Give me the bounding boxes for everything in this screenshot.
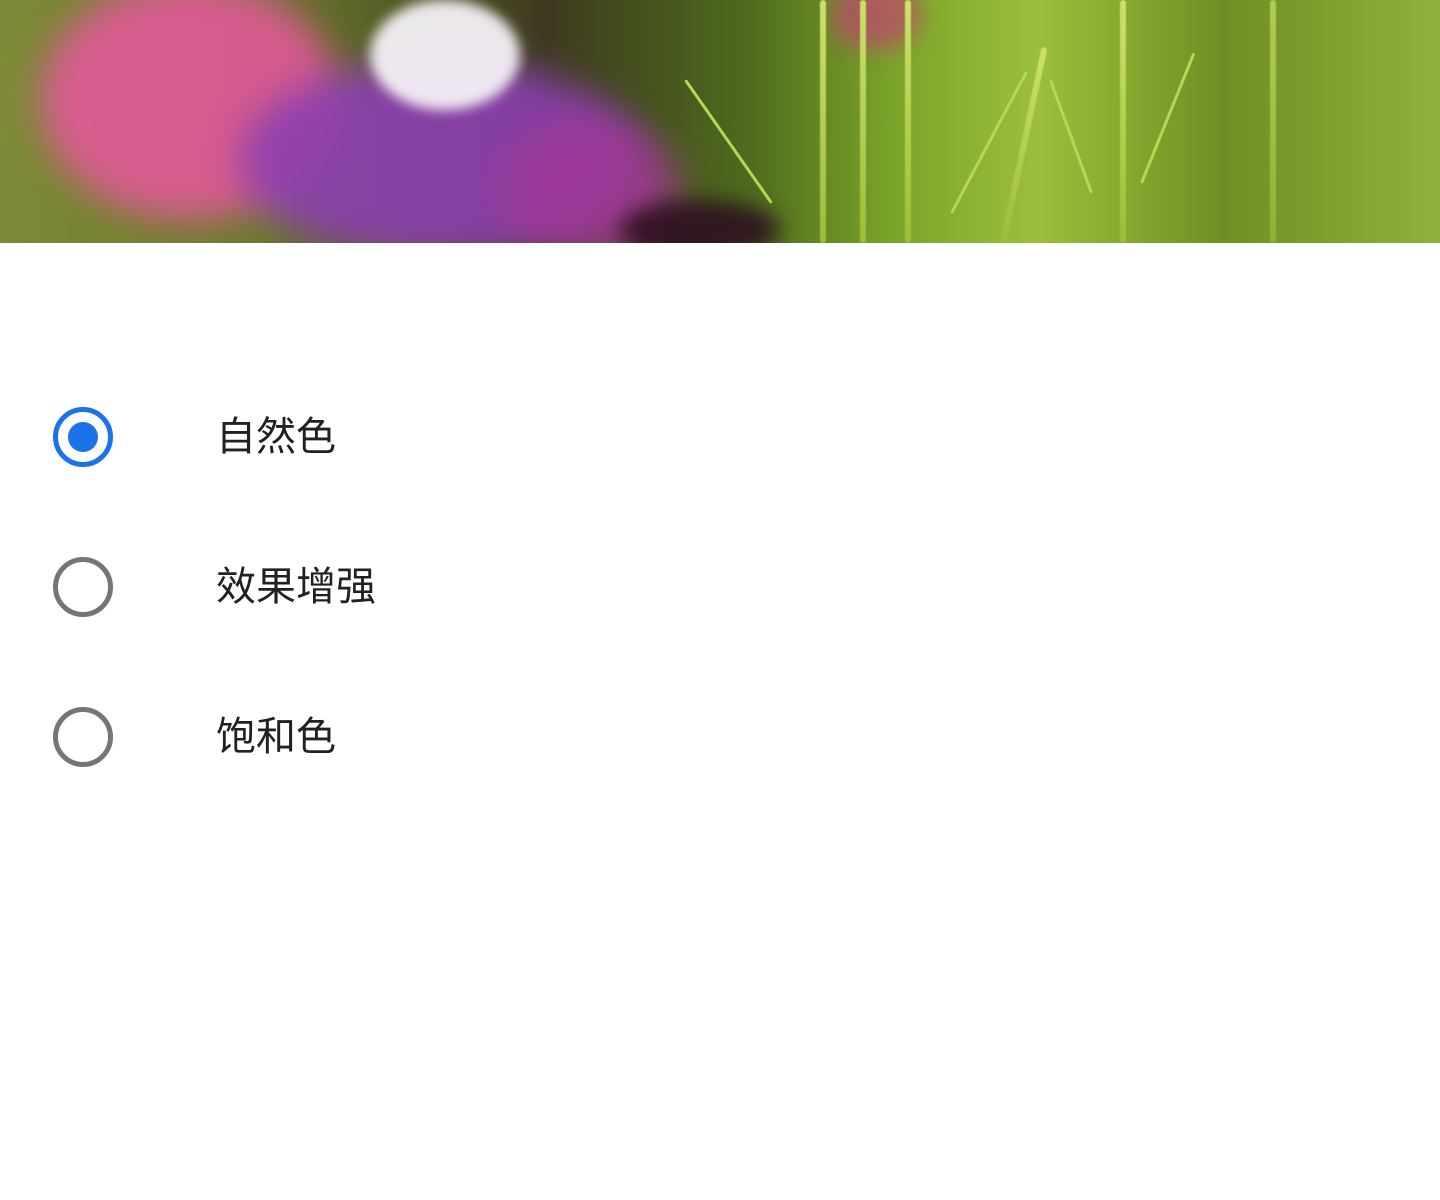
radio-unchecked-icon[interactable]: [53, 707, 113, 767]
preview-stem: [1270, 0, 1276, 243]
preview-blob-white: [370, 0, 520, 110]
radio-checked-icon[interactable]: [53, 407, 113, 467]
option-natural[interactable]: 自然色: [0, 362, 1440, 512]
preview-stem: [905, 0, 911, 243]
option-boosted[interactable]: 效果增强: [0, 512, 1440, 662]
preview-leaf: [684, 79, 773, 204]
option-saturated[interactable]: 饱和色: [0, 662, 1440, 812]
radio-unchecked-icon[interactable]: [53, 557, 113, 617]
option-label: 自然色: [216, 414, 336, 460]
preview-leaf: [1049, 79, 1093, 194]
radio-dot-icon: [68, 422, 98, 452]
preview-stem: [1120, 0, 1126, 243]
flower-preview-image: [0, 0, 1440, 243]
option-label: 饱和色: [216, 714, 336, 760]
preview-stem: [860, 0, 866, 243]
preview-stem: [820, 0, 826, 243]
color-mode-screen: 自然色 效果增强 饱和色: [0, 0, 1440, 1200]
option-label: 效果增强: [216, 564, 376, 610]
preview-leaf: [1140, 52, 1196, 184]
